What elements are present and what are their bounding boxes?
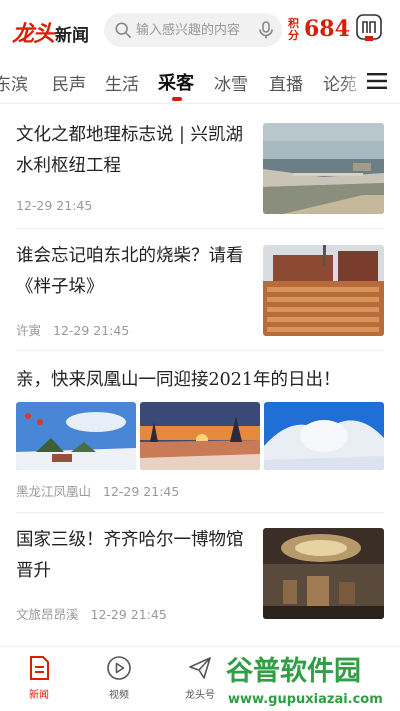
article-title[interactable]: 国家三级！齐齐哈尔一博物馆晋升 [16, 525, 252, 587]
article-source: 黑龙江凤凰山 [16, 484, 92, 499]
video-play-icon [107, 656, 131, 680]
watermark-brand: 谷普软件园 [226, 655, 361, 687]
brand-badge-icon[interactable] [356, 14, 382, 42]
article-time: 12-29 21:45 [16, 198, 93, 213]
tab-dongbin[interactable]: 东滨 [0, 70, 28, 95]
article-time: 12-29 21:45 [90, 607, 167, 622]
menu-icon[interactable] [366, 72, 388, 90]
article-image-1[interactable] [16, 402, 136, 470]
points-label: 积分 [288, 17, 299, 42]
article-meta: 黑龙江凤凰山 12-29 21:45 [16, 481, 179, 500]
search-icon [115, 22, 132, 39]
app-header: 龙头 新闻 积分 684 [0, 0, 400, 58]
article-title[interactable]: 亲，快来凤凰山一同迎接2021年的日出！ [16, 365, 386, 396]
nav-news-label: 新闻 [29, 690, 49, 701]
paper-plane-icon [189, 657, 211, 679]
news-item[interactable]: 国家三级！齐齐哈尔一博物馆晋升 文旅昂昂溪 12-29 21:45 [0, 513, 400, 635]
tab-bingxue[interactable]: 冰雪 [214, 70, 248, 95]
news-item[interactable]: 亲，快来凤凰山一同迎接2021年的日出！ 黑龙江凤凰山 12-29 21:45 [0, 351, 400, 514]
tab-shenghuo[interactable]: 生活 [105, 70, 139, 95]
article-title[interactable]: 谁会忘记咱东北的烧柴？请看《柈子垛》 [16, 241, 252, 303]
search-input[interactable] [136, 13, 246, 47]
active-tab-indicator [172, 97, 182, 101]
nav-video[interactable]: 视频 [89, 655, 149, 701]
article-thumbnail[interactable] [263, 245, 384, 336]
site-watermark: 谷普软件园 www.gupuxiazai.com [220, 652, 394, 707]
article-title[interactable]: 文化之都地理标志说 | 兴凯湖水利枢纽工程 [16, 120, 252, 182]
article-image-2[interactable] [140, 402, 260, 470]
channel-tabs: 东滨 民声 生活 采客 冰雪 直播 论苑 [0, 58, 400, 104]
article-thumbnail[interactable] [263, 123, 384, 214]
news-item[interactable]: 谁会忘记咱东北的烧柴？请看《柈子垛》 许寅 12-29 21:45 [0, 229, 400, 350]
news-item[interactable]: 文化之都地理标志说 | 兴凯湖水利枢纽工程 12-29 21:45 [0, 106, 400, 228]
watermark-url: www.gupuxiazai.com [228, 692, 383, 707]
search-bar[interactable] [104, 13, 282, 47]
app-logo[interactable]: 龙头 新闻 [12, 16, 89, 48]
article-meta: 文旅昂昂溪 12-29 21:45 [16, 604, 167, 623]
article-time: 12-29 21:45 [53, 323, 130, 338]
microphone-icon[interactable] [256, 20, 276, 40]
article-source: 文旅昂昂溪 [16, 607, 79, 622]
news-icon [30, 656, 49, 680]
article-meta: 许寅 12-29 21:45 [16, 320, 129, 339]
tab-zhibo[interactable]: 直播 [269, 70, 303, 95]
tab-caike[interactable]: 采客 [158, 69, 194, 95]
nav-news[interactable]: 新闻 [9, 655, 69, 701]
article-meta: 12-29 21:45 [16, 198, 92, 213]
article-source: 许寅 [16, 323, 42, 338]
tab-minsheng[interactable]: 民声 [52, 70, 86, 95]
points-value[interactable]: 684 [304, 16, 350, 42]
logo-mark: 龙头 [12, 21, 55, 47]
article-image-3[interactable] [264, 402, 384, 470]
article-thumbnail[interactable] [263, 528, 384, 619]
nav-video-label: 视频 [109, 690, 129, 701]
article-time: 12-29 21:45 [103, 484, 180, 499]
logo-text: 新闻 [55, 26, 90, 46]
